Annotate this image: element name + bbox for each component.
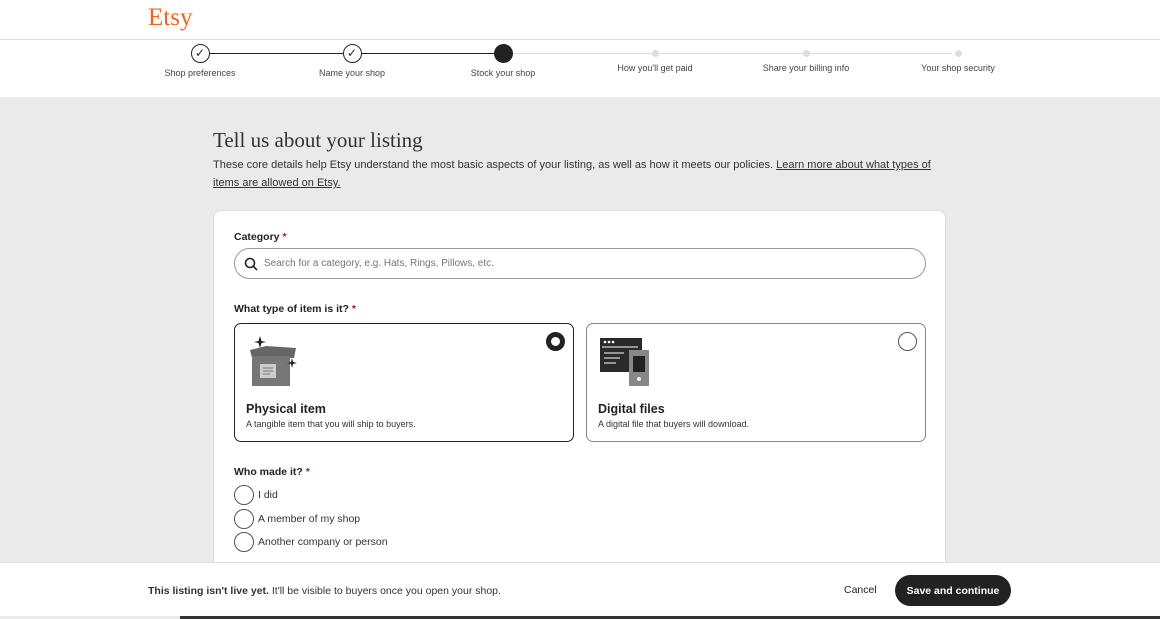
step-label: How you'll get paid bbox=[617, 63, 693, 73]
type-radio-selected[interactable] bbox=[546, 332, 565, 351]
description-text: These core details help Etsy understand … bbox=[213, 159, 777, 171]
maker-option[interactable]: I did bbox=[234, 485, 278, 505]
check-icon: ✓ bbox=[190, 44, 210, 63]
type-name: Physical item bbox=[246, 402, 326, 416]
step-label: Your shop security bbox=[921, 63, 995, 73]
step-label: Share your billing info bbox=[762, 63, 850, 73]
type-name: Digital files bbox=[598, 402, 665, 416]
step-4: How you'll get paid bbox=[580, 44, 730, 73]
digital-files-icon bbox=[600, 338, 649, 386]
page-title: Tell us about your listing bbox=[213, 128, 423, 152]
maker-label: Who made it? * bbox=[234, 466, 310, 478]
type-radio[interactable] bbox=[898, 332, 917, 351]
type-sub: A tangible item that you will ship to bu… bbox=[246, 419, 416, 429]
search-icon bbox=[244, 257, 258, 271]
step-label: Name your shop bbox=[318, 68, 386, 78]
type-label: What type of item is it? * bbox=[234, 303, 356, 315]
listing-status-message: This listing isn't live yet. It'll be vi… bbox=[148, 585, 501, 597]
step-3: Stock your shop bbox=[428, 44, 578, 78]
type-option-digital[interactable]: Digital files A digital file that buyers… bbox=[586, 323, 926, 442]
box-icon bbox=[250, 336, 297, 386]
radio-button[interactable] bbox=[234, 509, 254, 529]
maker-option[interactable]: Another company or person bbox=[234, 532, 388, 552]
step-6: Your shop security bbox=[883, 44, 1033, 73]
etsy-logo[interactable]: Etsy bbox=[148, 4, 192, 32]
category-label: Category * bbox=[234, 231, 287, 243]
type-option-physical[interactable]: Physical item A tangible item that you w… bbox=[234, 323, 574, 442]
footer-bar: This listing isn't live yet. It'll be vi… bbox=[0, 562, 1160, 616]
step-dot bbox=[651, 50, 659, 57]
radio-button[interactable] bbox=[234, 532, 254, 552]
listing-form-card: Category * What type of item is it? * Ph… bbox=[213, 210, 946, 610]
header: Etsy ✓ Shop preferences ✓ Name your shop Sto… bbox=[0, 0, 1160, 97]
save-and-continue-button[interactable]: Save and continue bbox=[895, 575, 1011, 606]
page-description: These core details help Etsy understand … bbox=[213, 156, 953, 192]
radio-button[interactable] bbox=[234, 485, 254, 505]
divider bbox=[0, 39, 1160, 40]
step-label: Shop preferences bbox=[164, 68, 236, 78]
category-search-input[interactable] bbox=[264, 258, 864, 269]
maker-option[interactable]: A member of my shop bbox=[234, 509, 360, 529]
step-dot bbox=[493, 44, 513, 63]
step-dot bbox=[802, 50, 810, 57]
type-sub: A digital file that buyers will download… bbox=[598, 419, 750, 429]
category-search[interactable] bbox=[234, 248, 926, 279]
step-label: Stock your shop bbox=[470, 68, 536, 78]
step-2: ✓ Name your shop bbox=[277, 44, 427, 78]
step-dot bbox=[954, 50, 962, 57]
cancel-button[interactable]: Cancel bbox=[844, 584, 877, 596]
step-1: ✓ Shop preferences bbox=[125, 44, 275, 78]
check-icon: ✓ bbox=[342, 44, 362, 63]
step-5: Share your billing info bbox=[731, 44, 881, 73]
